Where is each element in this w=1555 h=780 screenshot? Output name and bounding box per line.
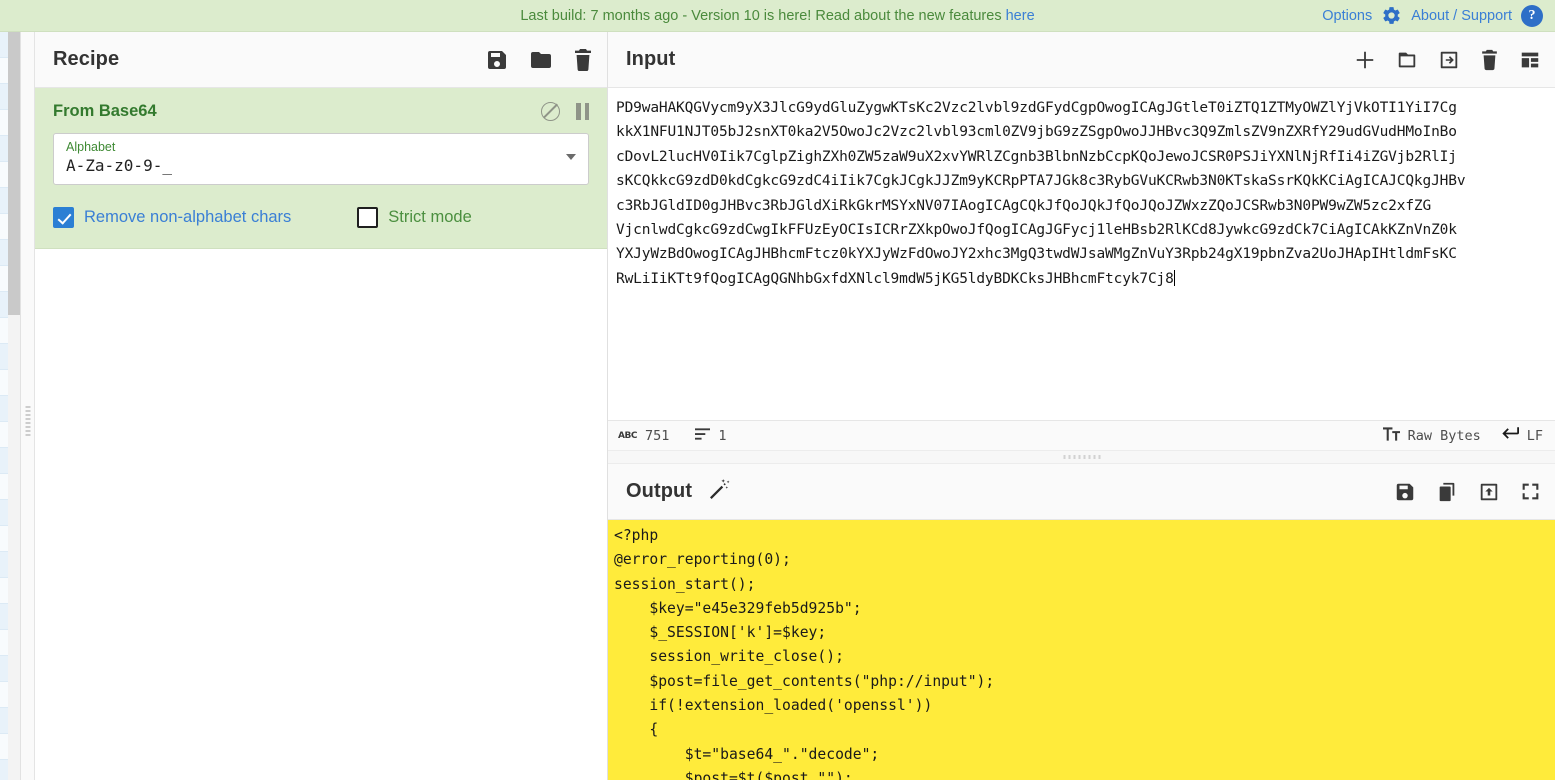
copy-output-icon[interactable] bbox=[1436, 481, 1458, 503]
recipe-drop-area[interactable] bbox=[35, 249, 607, 780]
recipe-title: Recipe bbox=[53, 48, 120, 70]
output-textarea[interactable]: <?php @error_reporting(0); session_start… bbox=[608, 520, 1555, 780]
operations-recipe-splitter[interactable] bbox=[21, 32, 35, 780]
alphabet-label: Alphabet bbox=[66, 140, 116, 154]
maximise-output-icon[interactable] bbox=[1520, 481, 1541, 502]
output-header: Output bbox=[608, 464, 1555, 520]
alphabet-value[interactable]: A-Za-z0-9-_ bbox=[66, 155, 576, 177]
main-layout: Recipe From Base64 Alphabet A-Za-z0-9-_ … bbox=[0, 32, 1555, 780]
font-size-icon[interactable] bbox=[1382, 426, 1400, 445]
strict-mode-label: Strict mode bbox=[388, 208, 472, 226]
output-text[interactable]: <?php @error_reporting(0); session_start… bbox=[614, 524, 1549, 780]
recipe-header-icons bbox=[485, 48, 593, 72]
magic-wand-icon[interactable] bbox=[706, 477, 732, 506]
banner-message-text: Last build: 7 months ago - Version 10 is… bbox=[520, 7, 1006, 24]
operation-from-base64[interactable]: From Base64 Alphabet A-Za-z0-9-_ Remove … bbox=[35, 88, 607, 249]
checkbox-box-checked[interactable] bbox=[53, 207, 74, 228]
output-title: Output bbox=[626, 480, 693, 502]
output-section: Output <?php @error_reporting(0); sessio… bbox=[608, 464, 1555, 780]
input-textarea[interactable]: PD9waHAKQGVycm9yX3JlcG9ydGluZygwKTsKc2Vz… bbox=[608, 88, 1555, 420]
banner-actions: Options About / Support ? bbox=[1322, 4, 1555, 27]
input-header-icons bbox=[1354, 49, 1541, 71]
input-output-splitter[interactable] bbox=[608, 450, 1555, 464]
input-title: Input bbox=[626, 48, 676, 70]
output-header-icons bbox=[1394, 481, 1541, 503]
char-count-group: ABC 751 bbox=[618, 428, 669, 444]
move-output-to-input-icon[interactable] bbox=[1478, 481, 1500, 503]
line-count-group: 1 bbox=[695, 428, 726, 444]
text-cursor bbox=[1173, 269, 1175, 286]
question-mark-icon[interactable]: ? bbox=[1521, 4, 1543, 27]
input-text[interactable]: PD9waHAKQGVycm9yX3JlcG9ydGluZygwKTsKc2Vz… bbox=[616, 96, 1549, 291]
clear-recipe-icon[interactable] bbox=[573, 48, 593, 72]
plus-icon[interactable] bbox=[1354, 49, 1376, 71]
splitter-grip bbox=[25, 404, 30, 438]
chevron-down-icon[interactable] bbox=[566, 154, 576, 160]
open-file-icon[interactable] bbox=[1438, 49, 1460, 71]
char-count-value: 751 bbox=[644, 427, 670, 444]
return-arrow-icon[interactable] bbox=[1501, 427, 1519, 444]
checkbox-box-unchecked[interactable] bbox=[357, 207, 379, 228]
input-status-bar: ABC 751 1 Raw Bytes LF bbox=[608, 420, 1555, 450]
save-output-icon[interactable] bbox=[1394, 481, 1416, 503]
about-support-link[interactable]: About / Support bbox=[1411, 8, 1512, 24]
io-column: Input PD9waHAKQGVycm9yX3JlcG9ydGluZygwKT… bbox=[608, 32, 1555, 780]
abc-icon: ABC bbox=[618, 430, 637, 441]
input-section: Input PD9waHAKQGVycm9yX3JlcG9ydGluZygwKT… bbox=[608, 32, 1555, 450]
top-banner: Last build: 7 months ago - Version 10 is… bbox=[0, 0, 1555, 32]
folder-open-icon[interactable] bbox=[1396, 49, 1418, 71]
lines-icon bbox=[695, 427, 711, 444]
line-ending-label[interactable]: LF bbox=[1527, 428, 1543, 444]
recipe-pane: Recipe From Base64 Alphabet A-Za-z0-9-_ … bbox=[35, 32, 608, 780]
strict-mode-checkbox[interactable]: Strict mode bbox=[357, 207, 472, 228]
pause-icon[interactable] bbox=[576, 103, 589, 120]
remove-non-alphabet-chars-checkbox[interactable]: Remove non-alphabet chars bbox=[53, 207, 291, 228]
operation-title: From Base64 bbox=[53, 102, 157, 120]
gear-icon[interactable] bbox=[1381, 5, 1402, 26]
input-tabs-icon[interactable] bbox=[1519, 49, 1541, 71]
operation-controls bbox=[541, 102, 589, 121]
save-recipe-icon[interactable] bbox=[485, 48, 509, 72]
operations-scrollbar-thumb[interactable] bbox=[8, 32, 20, 315]
operation-header: From Base64 bbox=[53, 102, 589, 121]
alphabet-field[interactable]: Alphabet A-Za-z0-9-_ bbox=[53, 133, 589, 185]
operations-list[interactable] bbox=[0, 32, 21, 780]
output-title-group: Output bbox=[626, 477, 732, 506]
input-status-right: Raw Bytes LF bbox=[1382, 426, 1543, 445]
line-count-value: 1 bbox=[718, 427, 727, 444]
recipe-header: Recipe bbox=[35, 32, 607, 88]
banner-here-link[interactable]: here bbox=[1006, 8, 1035, 24]
splitter-grip-horizontal bbox=[1063, 455, 1100, 459]
disable-icon[interactable] bbox=[541, 102, 560, 121]
remove-non-alphabet-chars-label: Remove non-alphabet chars bbox=[84, 208, 292, 226]
options-link[interactable]: Options bbox=[1322, 8, 1372, 24]
load-recipe-icon[interactable] bbox=[529, 48, 553, 72]
operation-checkboxes: Remove non-alphabet chars Strict mode bbox=[53, 207, 589, 228]
clear-input-icon[interactable] bbox=[1480, 49, 1499, 71]
input-encoding-label[interactable]: Raw Bytes bbox=[1408, 428, 1481, 444]
input-header: Input bbox=[608, 32, 1555, 88]
